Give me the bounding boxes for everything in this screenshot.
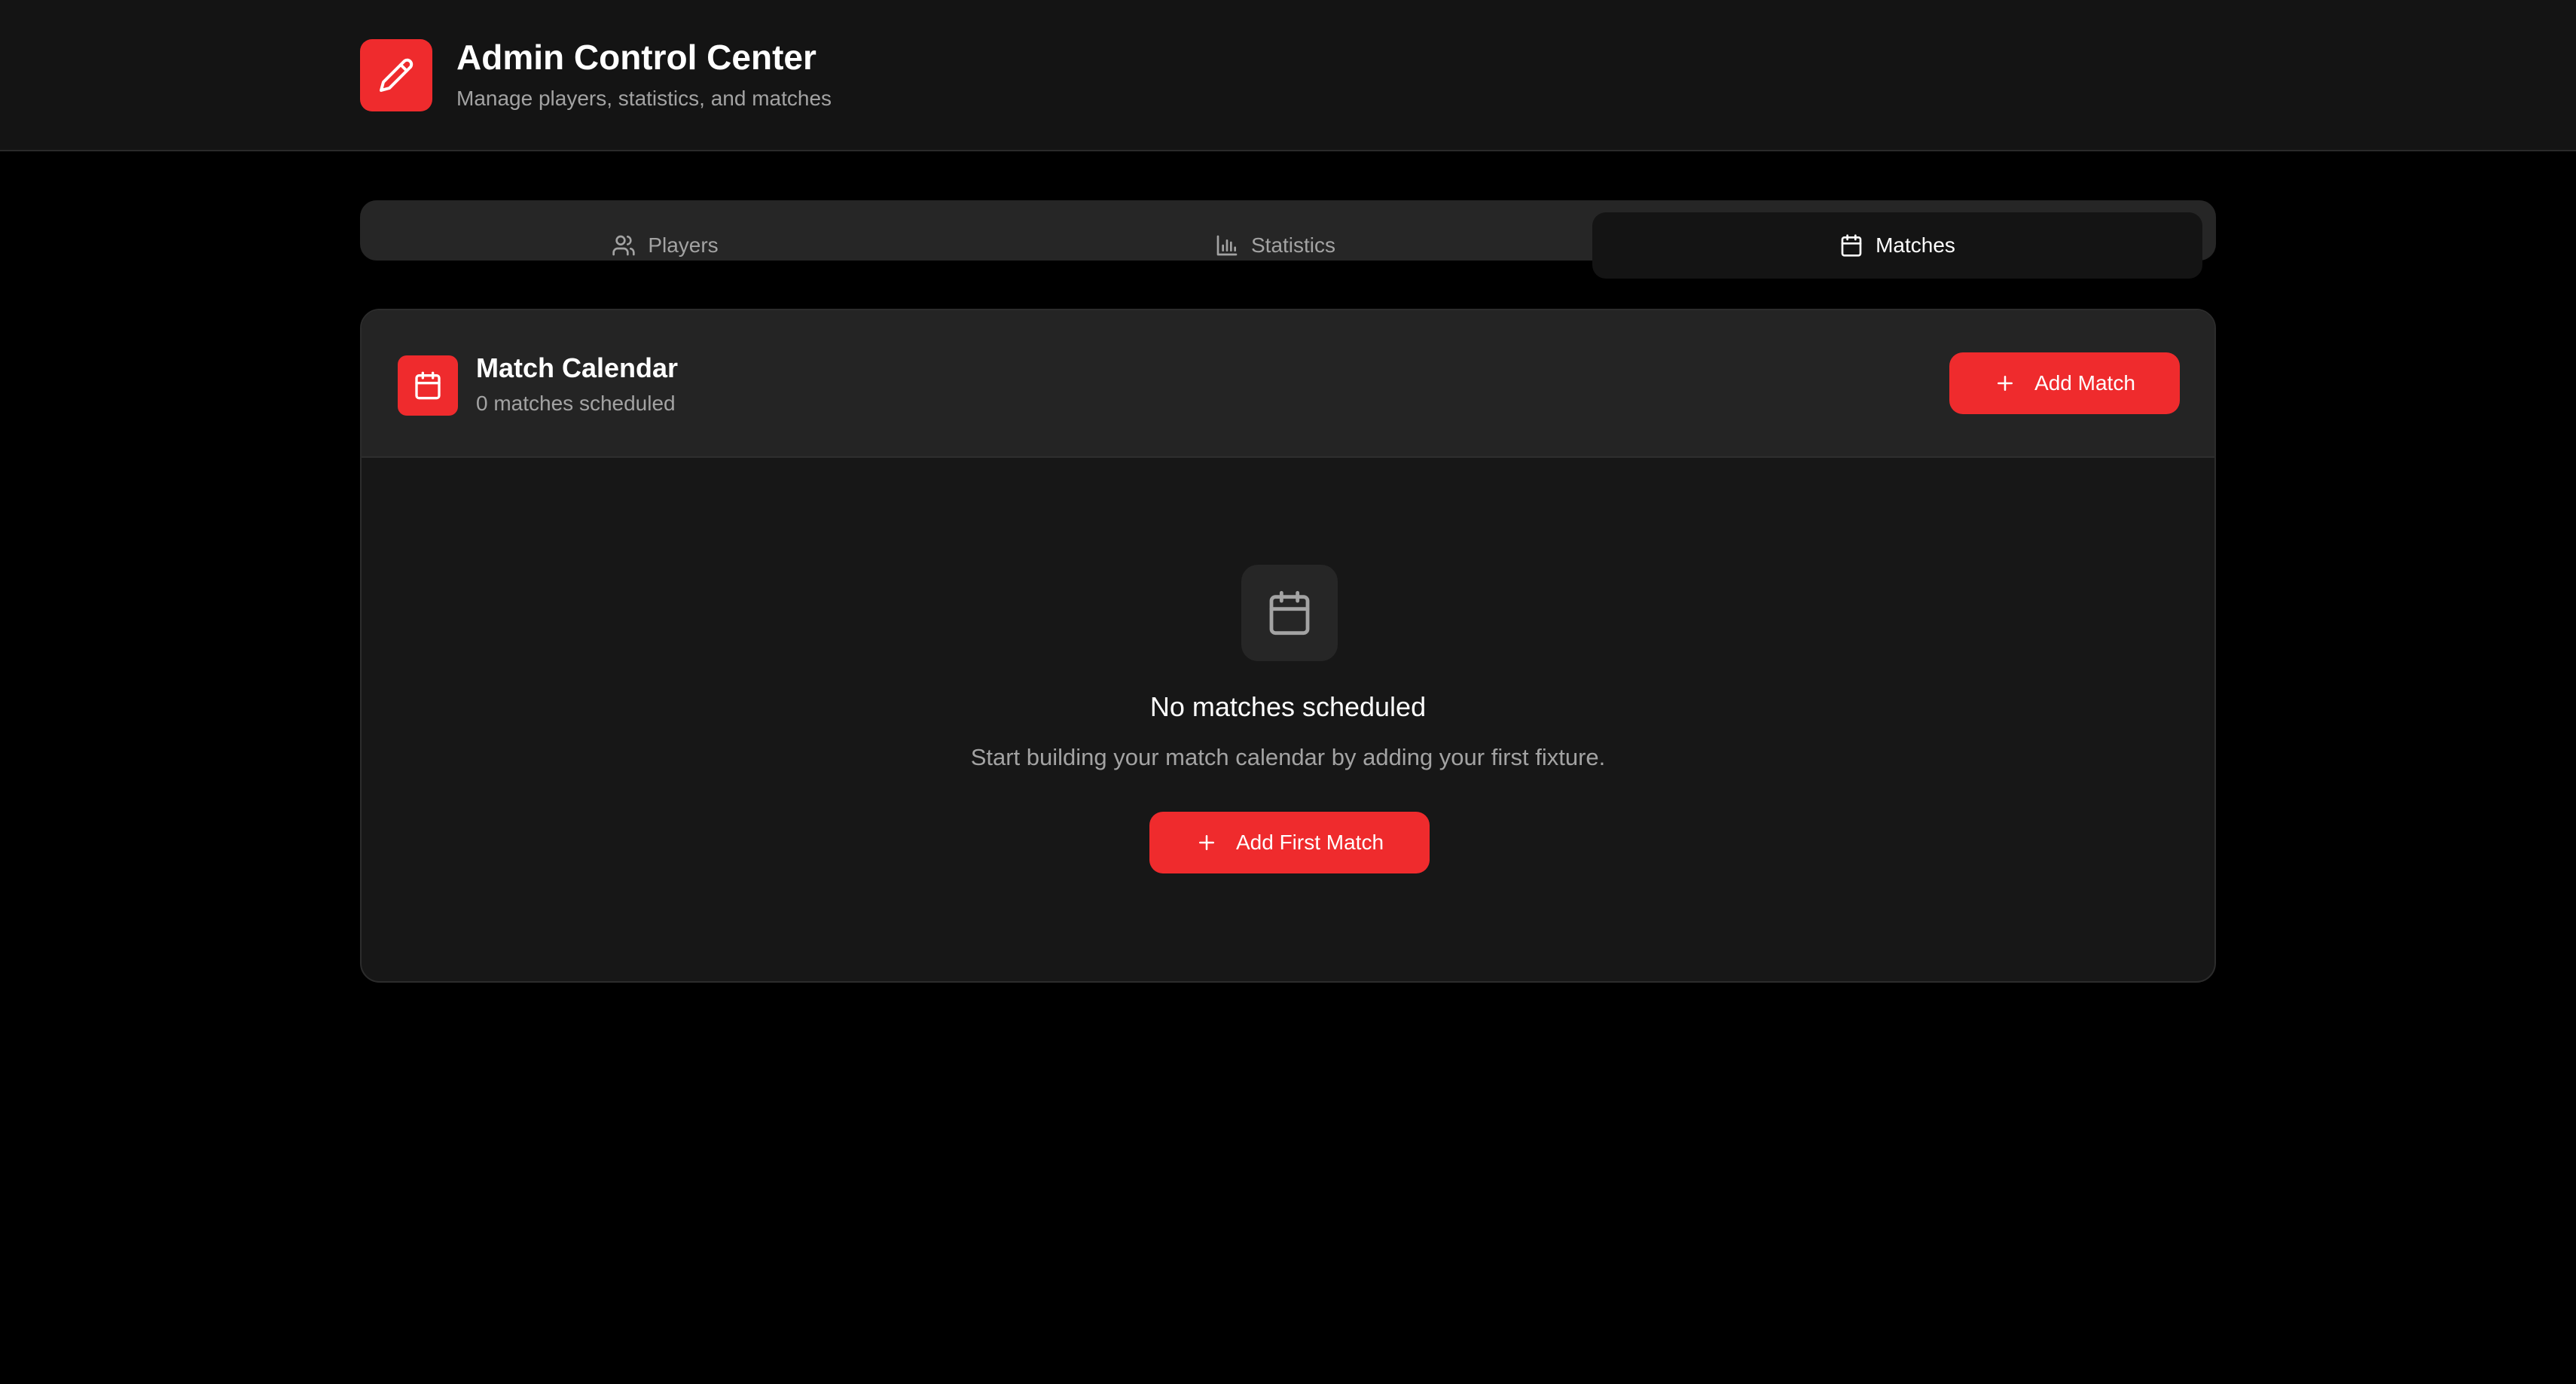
empty-state-title: No matches scheduled <box>1149 691 1427 722</box>
logo-badge <box>360 39 432 111</box>
bar-chart-icon <box>1216 235 1238 256</box>
add-first-match-label: Add First Match <box>1235 831 1384 854</box>
tab-statistics[interactable]: Statistics <box>970 212 1580 279</box>
plus-icon <box>1998 376 2013 391</box>
tab-players-label: Players <box>648 233 719 257</box>
app-header: Admin Control Center Manage players, sta… <box>0 0 2576 151</box>
card-icon-badge <box>398 355 458 416</box>
add-match-label: Add Match <box>2034 371 2135 395</box>
tab-bar: Players Statistics Matches <box>360 200 2216 279</box>
calendar-icon <box>415 371 441 400</box>
users-icon <box>612 235 635 256</box>
add-match-button[interactable]: Add Match <box>1949 352 2180 414</box>
match-calendar-card: Match Calendar 0 matches scheduled Add M… <box>360 309 2216 983</box>
card-subtitle: 0 matches scheduled <box>476 392 676 415</box>
tab-players[interactable]: Players <box>360 212 970 279</box>
app-subtitle: Manage players, statistics, and matches <box>456 87 832 110</box>
plus-icon <box>1198 835 1214 850</box>
tab-matches[interactable]: Matches <box>1592 212 2202 279</box>
card-header: Match Calendar 0 matches scheduled Add M… <box>362 310 2214 458</box>
tab-statistics-label: Statistics <box>1250 233 1336 257</box>
pencil-icon <box>380 58 414 92</box>
calendar-icon <box>1269 590 1310 636</box>
app-title: Admin Control Center <box>456 38 816 77</box>
empty-state-description: Start building your match calendar by ad… <box>970 744 1606 770</box>
card-title: Match Calendar <box>476 352 679 383</box>
calendar-icon <box>1841 234 1862 257</box>
add-first-match-button[interactable]: Add First Match <box>1149 812 1430 873</box>
empty-state-icon-box <box>1241 565 1338 661</box>
tab-matches-label: Matches <box>1876 233 1955 257</box>
